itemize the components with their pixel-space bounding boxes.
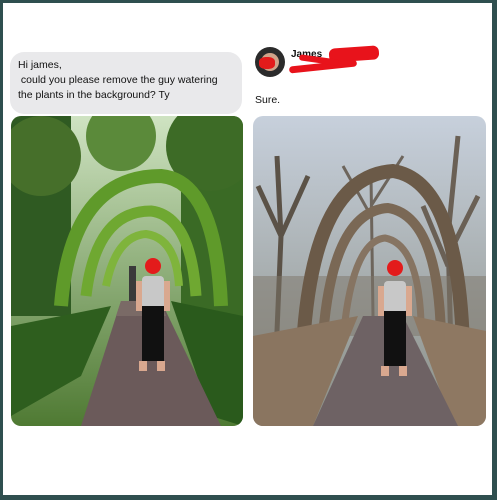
request-message-bubble: Hi james, could you please remove the gu…: [10, 52, 242, 114]
avatar-redaction: [259, 57, 275, 69]
request-line-2: could you please remove the guy watering: [18, 74, 218, 86]
reply-text: Sure.: [255, 94, 281, 106]
meme-card: Hi james, could you please remove the gu…: [3, 3, 492, 495]
request-line-3: the plants in the background? Ty: [18, 89, 170, 101]
edited-photo: [253, 116, 486, 426]
original-photo: [11, 116, 243, 426]
request-line-1: Hi james,: [18, 59, 62, 71]
avatar: [255, 47, 285, 77]
